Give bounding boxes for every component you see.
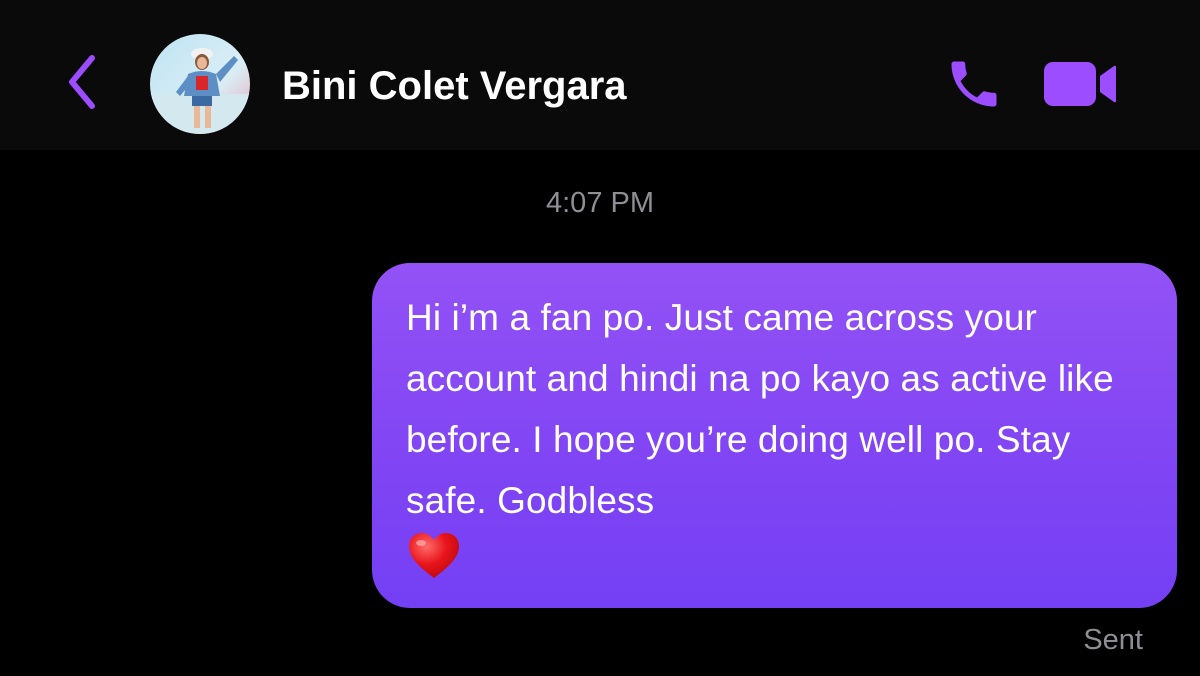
chat-header: Bini Colet Vergara [0, 0, 1200, 150]
delivery-status: Sent [1083, 624, 1143, 656]
chat-screen: Bini Colet Vergara 4:07 PM Hi i’m a fan … [0, 0, 1200, 676]
back-button[interactable] [56, 50, 108, 114]
video-camera-icon [1044, 62, 1116, 106]
message-text: Hi i’m a fan po. Just came across your a… [406, 297, 1114, 521]
message-bubble[interactable]: Hi i’m a fan po. Just came across your a… [372, 263, 1177, 608]
chevron-left-icon [69, 55, 95, 109]
heart-emoji-icon [406, 531, 462, 599]
contact-name[interactable]: Bini Colet Vergara [282, 62, 627, 110]
contact-avatar[interactable] [150, 34, 250, 134]
timestamp-text: 4:07 PM [546, 187, 654, 219]
message-timestamp: 4:07 PM [0, 185, 1200, 221]
video-call-button[interactable] [1038, 56, 1122, 112]
avatar-photo [150, 34, 250, 134]
phone-icon [951, 61, 997, 107]
call-button[interactable] [940, 52, 1008, 116]
